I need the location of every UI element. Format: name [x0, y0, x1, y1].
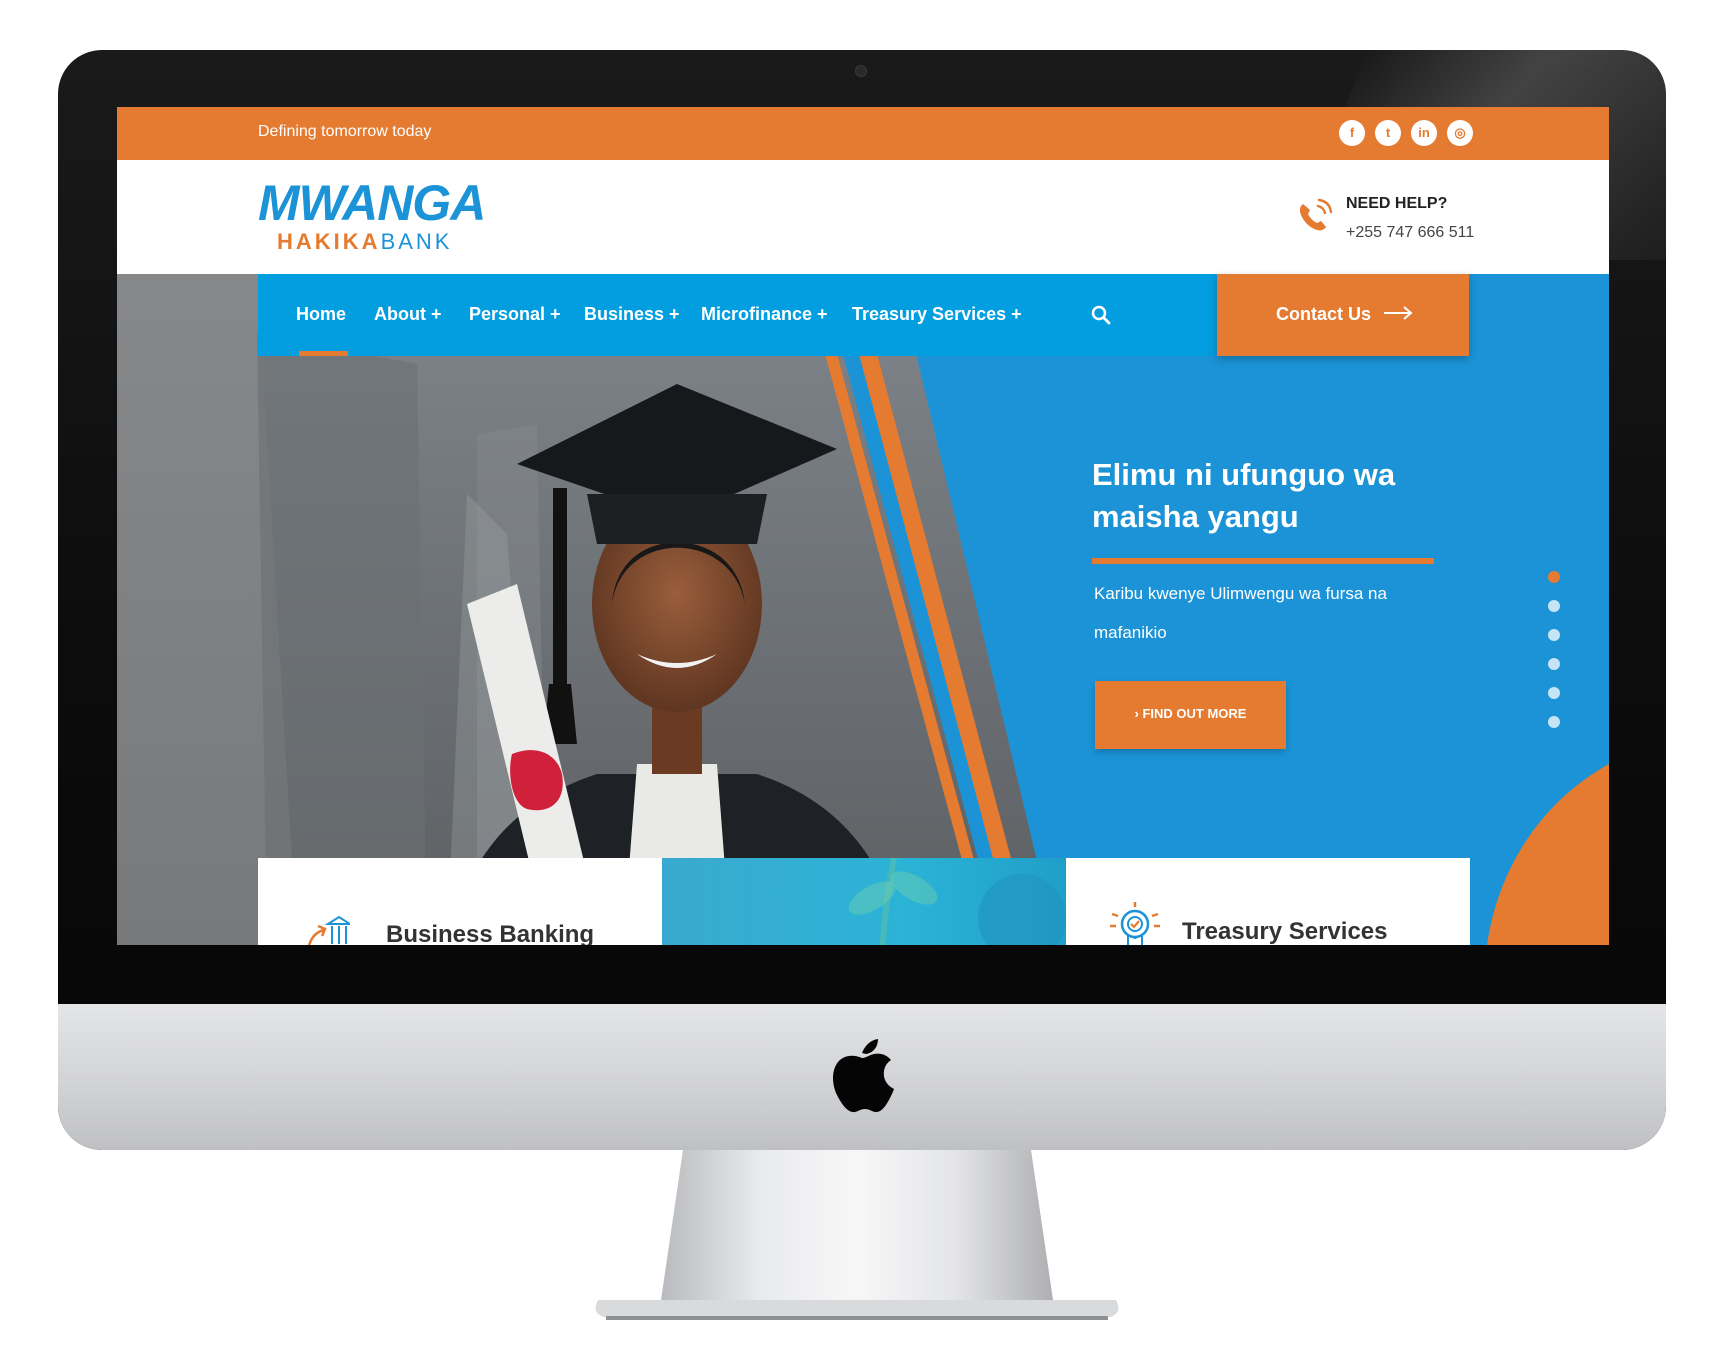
business-banking-card[interactable]: Business Banking: [258, 858, 662, 945]
slider-dot[interactable]: [1548, 571, 1560, 583]
search-icon[interactable]: [1091, 305, 1111, 325]
imac-chin: [58, 1004, 1666, 1150]
tagline: Defining tomorrow today: [258, 123, 432, 140]
award-badge-icon: [1110, 902, 1160, 945]
find-out-more-button[interactable]: › FIND OUT MORE: [1095, 681, 1286, 749]
bank-icon: [307, 915, 350, 945]
active-nav-indicator: [299, 351, 348, 356]
hero-title: Elimu ni ufunguo wa maisha yangu: [1092, 457, 1396, 534]
arrow-right-icon: [1384, 306, 1413, 320]
contact-us-button[interactable]: Contact Us: [1217, 274, 1469, 356]
logo-subtitle: HAKIKABANK: [277, 229, 453, 254]
main-nav: Home About + Personal + Business + Micro…: [258, 274, 1216, 356]
nav-about[interactable]: About +: [374, 304, 442, 325]
slider-dot[interactable]: [1548, 600, 1560, 612]
nav-home[interactable]: Home: [296, 304, 346, 325]
find-out-more-label: › FIND OUT MORE: [1134, 706, 1247, 721]
slider-dot[interactable]: [1548, 629, 1560, 641]
title-underline: [1092, 558, 1434, 564]
nav-treasury-services[interactable]: Treasury Services +: [852, 304, 1022, 325]
logo-wordmark: MWANGA: [258, 175, 486, 231]
nav-personal[interactable]: Personal +: [469, 304, 561, 325]
facebook-icon[interactable]: f: [1339, 120, 1365, 146]
card-plant-image: [848, 858, 1066, 945]
site-header: MWANGA HAKIKABANK NEED HELP? +255 747 66…: [117, 160, 1609, 274]
need-help-label: NEED HELP?: [1346, 195, 1448, 212]
imac-stand: [595, 1150, 1119, 1320]
nav-business[interactable]: Business +: [584, 304, 680, 325]
twitter-icon[interactable]: t: [1375, 120, 1401, 146]
slider-dot[interactable]: [1548, 716, 1560, 728]
phone-icon: [1299, 198, 1333, 231]
website-screen: Defining tomorrow today f t in ◎ MWANGA …: [117, 107, 1609, 945]
slider-dot[interactable]: [1548, 687, 1560, 699]
hero-slider: Home About + Personal + Business + Micro…: [117, 274, 1609, 945]
treasury-services-card[interactable]: Treasury Services: [1066, 858, 1470, 945]
camera: [855, 65, 867, 77]
hero-text: Karibu kwenye Ulimwengu wa fursa na mafa…: [1094, 584, 1387, 642]
slider-dot[interactable]: [1548, 658, 1560, 670]
top-bar: Defining tomorrow today f t in ◎: [117, 107, 1609, 160]
linkedin-icon[interactable]: in: [1411, 120, 1437, 146]
help-phone-number[interactable]: +255 747 666 511: [1346, 224, 1474, 242]
contact-us-label: Contact Us: [1276, 304, 1372, 324]
apple-logo-icon: [833, 1039, 894, 1113]
card-title-treasury: Treasury Services: [1182, 918, 1388, 945]
instagram-icon[interactable]: ◎: [1447, 120, 1473, 146]
microfinance-card[interactable]: [662, 858, 1066, 945]
nav-microfinance[interactable]: Microfinance +: [701, 304, 828, 325]
card-title-business: Business Banking: [386, 921, 595, 945]
